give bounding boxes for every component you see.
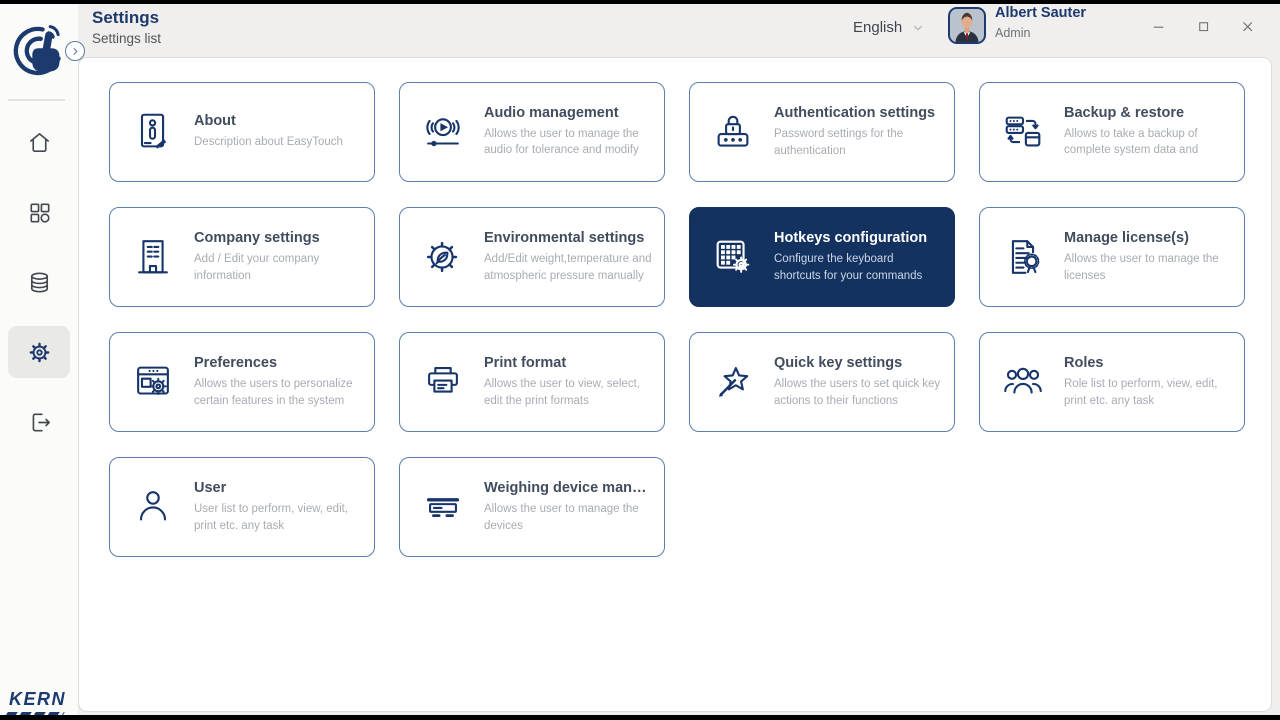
logout-icon <box>26 409 53 436</box>
card-description: User list to perform, view, edit, print … <box>194 503 349 532</box>
card-title: Authentication settings <box>774 105 936 122</box>
card-audio-management[interactable]: Audio management Allows the user to mana… <box>399 82 665 182</box>
card-description: Allows the users to personalize certain … <box>194 378 353 407</box>
card-hotkeys-configuration[interactable]: Hotkeys configuration Configure the keyb… <box>689 207 955 307</box>
card-description: Allows the user to view, select, edit th… <box>484 378 640 407</box>
main-panel: About Description about EasyTouch Audio … <box>78 57 1272 712</box>
card-description: Description about EasyTouch <box>194 136 343 149</box>
card-title: Roles <box>1064 355 1104 372</box>
card-description: Configure the keyboard shortcuts for you… <box>774 253 923 282</box>
easytouch-logo <box>7 14 67 88</box>
user-avatar[interactable] <box>948 7 986 44</box>
roles-icon <box>1000 359 1046 405</box>
hotkeys-icon <box>710 234 756 280</box>
card-description: Allows to take a backup of complete syst… <box>1064 128 1199 157</box>
card-description: Role list to perform, view, edit, print … <box>1064 378 1218 407</box>
maximize-button[interactable] <box>1194 17 1212 35</box>
sidebar-nav <box>0 116 78 448</box>
card-title: Audio management <box>484 105 619 121</box>
sidebar-item-apps[interactable] <box>8 186 70 238</box>
card-description: Password settings for the authentication <box>774 128 904 157</box>
user-photo <box>950 9 984 42</box>
card-about[interactable]: About Description about EasyTouch <box>109 82 375 182</box>
language-value: English <box>853 19 903 36</box>
card-title: Print format <box>484 355 567 372</box>
card-description: Allows the users to set quick key action… <box>774 378 941 407</box>
card-description: Allows the user to manage the licenses <box>1064 253 1219 282</box>
chevron-right-icon <box>70 46 81 57</box>
card-title: Preferences <box>194 355 278 372</box>
settings-cards-grid: About Description about EasyTouch Audio … <box>109 82 1245 557</box>
sidebar-item-data[interactable] <box>8 256 70 308</box>
card-environmental-settings[interactable]: Environmental settings Add/Edit weight,t… <box>399 207 665 307</box>
card-user[interactable]: User User list to perform, view, edit, p… <box>109 457 375 557</box>
card-title: Quick key settings <box>774 355 903 372</box>
maximize-icon <box>1196 19 1211 34</box>
close-icon <box>1240 19 1255 34</box>
authentication-icon <box>710 109 756 155</box>
sidebar-divider <box>8 99 65 101</box>
screen-bottom-bar <box>0 715 1280 720</box>
card-preferences[interactable]: Preferences Allows the users to personal… <box>109 332 375 432</box>
company-icon <box>130 234 176 280</box>
card-title: Hotkeys configuration <box>774 230 928 247</box>
close-button[interactable] <box>1238 17 1256 35</box>
language-selector[interactable]: English <box>853 19 925 36</box>
screen-top-bar <box>0 0 1280 4</box>
sidebar-item-settings[interactable] <box>8 326 70 378</box>
audio-icon <box>420 109 466 155</box>
card-description: Allows the user to manage the devices <box>484 503 639 532</box>
minimize-icon <box>1151 19 1166 34</box>
sidebar-expand-button[interactable] <box>65 41 85 61</box>
quickkey-icon <box>710 359 756 405</box>
card-weighing-device-management[interactable]: Weighing device management Allows the us… <box>399 457 665 557</box>
card-title: Company settings <box>194 230 320 247</box>
card-title: Backup & restore <box>1064 105 1185 121</box>
card-title: About <box>194 113 236 130</box>
header: Settings Settings list English Albert Sa… <box>78 4 1280 57</box>
backup-restore-icon <box>1000 109 1046 155</box>
card-manage-licenses[interactable]: Manage license(s) Allows the user to man… <box>979 207 1245 307</box>
weighing-icon <box>420 484 466 530</box>
chevron-down-icon <box>911 21 925 35</box>
sidebar-item-home[interactable] <box>8 116 70 168</box>
card-backup-restore[interactable]: Backup & restore Allows to take a backup… <box>979 82 1245 182</box>
card-quick-key-settings[interactable]: Quick key settings Allows the users to s… <box>689 332 955 432</box>
card-title: Weighing device management <box>484 480 654 497</box>
kern-logo: KERN <box>9 689 67 709</box>
sidebar-item-logout[interactable] <box>8 396 70 448</box>
about-icon <box>130 109 176 155</box>
card-description: Add / Edit your company information <box>194 253 320 282</box>
card-print-format[interactable]: Print format Allows the user to view, se… <box>399 332 665 432</box>
page-title: Settings <box>92 8 160 27</box>
environment-icon <box>420 234 466 280</box>
home-icon <box>26 129 53 156</box>
card-roles[interactable]: Roles Role list to perform, view, edit, … <box>979 332 1245 432</box>
license-icon <box>1000 234 1046 280</box>
preferences-icon <box>130 359 176 405</box>
page-subtitle: Settings list <box>92 31 162 46</box>
gear-icon <box>26 339 53 366</box>
database-icon <box>26 269 53 296</box>
card-authentication-settings[interactable]: Authentication settings Password setting… <box>689 82 955 182</box>
user-name: Albert Sauter <box>995 5 1087 21</box>
minimize-button[interactable] <box>1149 17 1167 35</box>
card-description: Add/Edit weight,temperature and atmosphe… <box>484 253 652 282</box>
card-company-settings[interactable]: Company settings Add / Edit your company… <box>109 207 375 307</box>
print-icon <box>420 359 466 405</box>
apps-icon <box>26 199 53 226</box>
user-icon <box>130 484 176 530</box>
card-title: User <box>194 480 227 497</box>
card-title: Environmental settings <box>484 230 645 247</box>
card-title: Manage license(s) <box>1064 230 1189 247</box>
user-role: Admin <box>995 26 1031 40</box>
card-description: Allows the user to manage the audio for … <box>484 128 639 157</box>
